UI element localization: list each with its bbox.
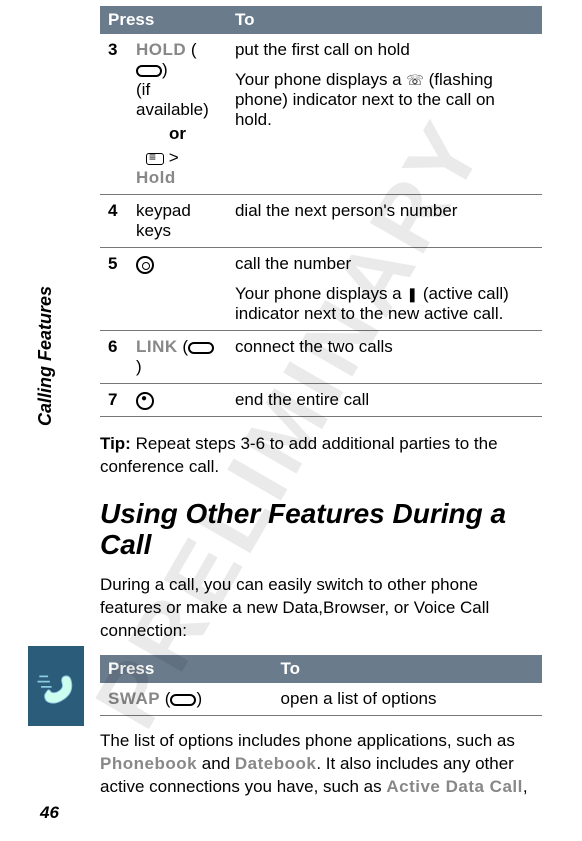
- paren-open: (: [191, 40, 197, 59]
- step-number: 3: [100, 34, 128, 195]
- press-cell: keypad keys: [128, 195, 227, 248]
- if-available: (if available): [136, 80, 209, 119]
- to-line2a: Your phone displays a: [235, 70, 406, 89]
- flashing-phone-icon: ☏: [406, 72, 424, 89]
- press-cell: [128, 248, 227, 331]
- closing-and: and: [197, 754, 235, 773]
- to-cell: open a list of options: [273, 683, 542, 716]
- instruction-table-1: Press To 3 HOLD () (if available) or > H…: [100, 6, 542, 417]
- hold-menu-label: Hold: [136, 168, 176, 187]
- link-label: LINK: [136, 337, 178, 356]
- phonebook-label: Phonebook: [100, 754, 197, 773]
- closing-text-a: The list of options includes phone appli…: [100, 731, 515, 750]
- page-number: 46: [40, 803, 59, 823]
- softkey-icon: [170, 694, 196, 706]
- active-call-icon: ❚: [406, 286, 418, 303]
- header-press: Press: [100, 6, 227, 34]
- table-row: 7 end the entire call: [100, 384, 542, 417]
- instruction-table-2: Press To SWAP () open a list of options: [100, 655, 542, 716]
- step-number: 4: [100, 195, 128, 248]
- tip-text: Repeat steps 3-6 to add additional parti…: [100, 434, 498, 476]
- table-header-row: Press To: [100, 655, 542, 683]
- section-phone-icon: [28, 646, 84, 726]
- to-line2a: Your phone displays a: [235, 284, 406, 303]
- intro-paragraph: During a call, you can easily switch to …: [100, 574, 542, 643]
- swap-label: SWAP: [108, 689, 160, 708]
- table-row: SWAP () open a list of options: [100, 683, 542, 716]
- side-section-label: Calling Features: [35, 286, 56, 426]
- closing-paragraph: The list of options includes phone appli…: [100, 730, 542, 799]
- step-number: 5: [100, 248, 128, 331]
- table-row: 3 HOLD () (if available) or > Hold put t…: [100, 34, 542, 195]
- press-cell: SWAP (): [100, 683, 273, 716]
- press-cell: [128, 384, 227, 417]
- softkey-icon: [136, 65, 162, 77]
- menu-key-icon: [146, 153, 164, 165]
- gt-text: >: [164, 148, 179, 167]
- to-cell: dial the next person's number: [227, 195, 542, 248]
- end-key-icon: [136, 392, 154, 410]
- to-cell: connect the two calls: [227, 331, 542, 384]
- table-row: 6 LINK () connect the two calls: [100, 331, 542, 384]
- step-number: 6: [100, 331, 128, 384]
- datebook-label: Datebook: [235, 754, 316, 773]
- hold-label: HOLD: [136, 40, 186, 59]
- to-cell: end the entire call: [227, 384, 542, 417]
- table-row: 4 keypad keys dial the next person's num…: [100, 195, 542, 248]
- press-cell: LINK (): [128, 331, 227, 384]
- tip-paragraph: Tip: Repeat steps 3-6 to add additional …: [100, 433, 542, 479]
- active-data-call-label: Active Data Call: [386, 777, 523, 796]
- table-row: 5 call the number Your phone displays a …: [100, 248, 542, 331]
- to-cell: put the first call on hold Your phone di…: [227, 34, 542, 195]
- phone-handset-icon: [34, 664, 78, 708]
- closing-comma: ,: [523, 777, 528, 796]
- softkey-icon: [188, 342, 214, 354]
- step-number: 7: [100, 384, 128, 417]
- to-line1: put the first call on hold: [235, 40, 534, 60]
- header-to: To: [227, 6, 542, 34]
- or-text: or: [136, 124, 219, 144]
- to-cell: call the number Your phone displays a ❚ …: [227, 248, 542, 331]
- press-cell: HOLD () (if available) or > Hold: [128, 34, 227, 195]
- header-to: To: [273, 655, 542, 683]
- paren-close: ): [162, 60, 168, 79]
- header-press: Press: [100, 655, 273, 683]
- send-key-icon: [136, 256, 154, 274]
- tip-bold: Tip:: [100, 434, 131, 453]
- section-heading: Using Other Features During a Call: [100, 499, 542, 561]
- table-header-row: Press To: [100, 6, 542, 34]
- to-line1: call the number: [235, 254, 534, 274]
